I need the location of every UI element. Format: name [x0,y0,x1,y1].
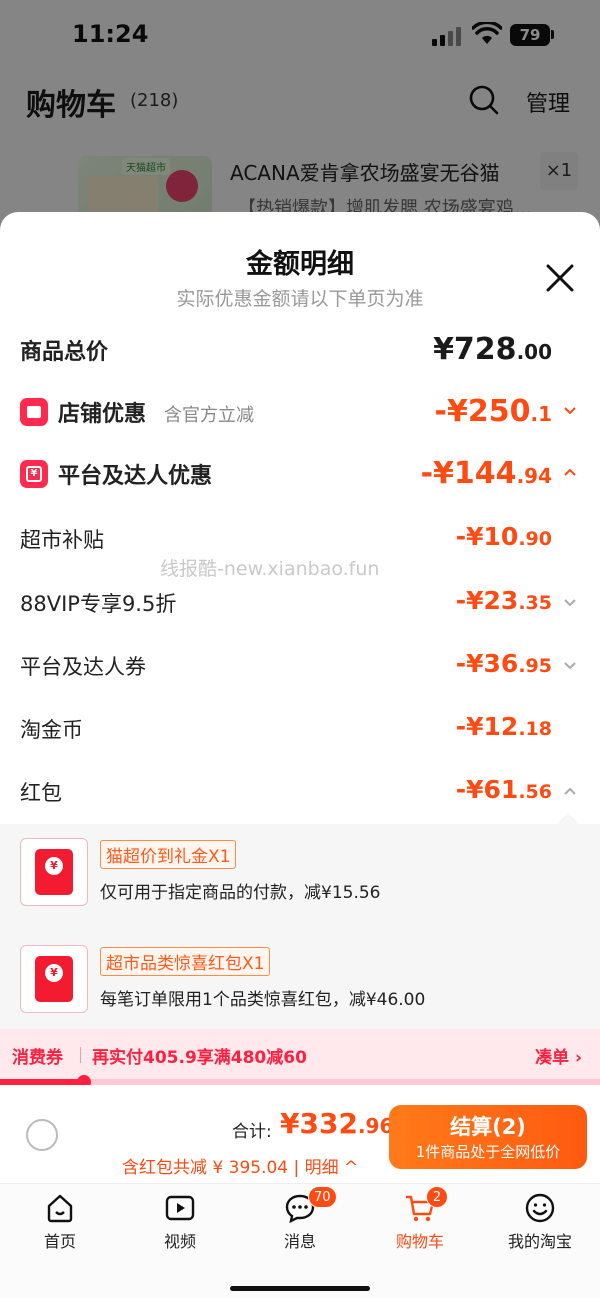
checkout-bar: 合计: ¥332.96 含红包共减 ¥ 395.04 | 明细 ^ 结算(2) … [0,1085,600,1183]
select-all-radio[interactable] [26,1119,58,1151]
checkout-button[interactable]: 结算(2) 1件商品处于全网低价 [389,1105,587,1169]
row-store-discount[interactable]: 店铺优惠 含官方立减 -¥250.1 [0,388,600,438]
coupon-desc: 仅可用于指定商品的付款，减¥15.56 [100,883,381,903]
store-discount-value: -¥250.1 [434,394,552,429]
sheet-subtitle: 实际优惠金额请以下单页为准 [176,288,424,310]
total-label: 合计: [232,1122,272,1142]
coupon-tag: 超市品类惊喜红包X1 [100,947,271,976]
message-badge: 70 [308,1186,337,1208]
tab-cart[interactable]: 购物车 2 [360,1184,480,1264]
item-value: -¥10.90 [455,522,552,551]
add-items-link[interactable]: 凑单 › [535,1043,582,1068]
store-icon [20,398,48,426]
store-discount-note: 含官方立减 [164,405,254,426]
modal-backdrop[interactable] [0,0,600,240]
promo-divider [80,1047,81,1063]
item-value: -¥23.35 [455,586,552,615]
chevron-down-icon[interactable] [562,594,578,610]
close-icon[interactable] [542,260,578,296]
cart-badge: 2 [426,1186,448,1208]
item-label: 平台及达人券 [20,655,146,679]
store-discount-label: 店铺优惠 [58,402,147,427]
tab-label: 首页 [43,1232,76,1251]
video-icon [165,1195,195,1221]
tab-my-taobao[interactable]: 我的淘宝 [480,1184,600,1264]
platform-discount-label: 平台及达人优惠 [58,464,213,489]
red-envelope-icon: ¥ [20,838,88,906]
tab-home[interactable]: 首页 [0,1184,120,1264]
item-value: -¥36.95 [455,649,552,678]
tab-label: 视频 [163,1232,196,1251]
item-value: -¥61.56 [455,775,552,804]
item-label: 红包 [20,781,62,805]
item-label: 超市补贴 [20,528,104,552]
row-88vip[interactable]: 88VIP专享9.5折 -¥23.35 [0,580,600,630]
chevron-down-icon[interactable] [562,402,578,418]
home-icon [47,1194,73,1223]
bottom-tab-bar: 首页 视频 消息 70 购物车 2 我的淘宝 [0,1183,600,1298]
red-envelope-item: ¥ 超市品类惊喜红包X1 每笔订单限用1个品类惊喜红包，减¥46.00 [0,945,600,1020]
promo-label: 消费券 [12,1048,63,1068]
platform-discount-value: -¥144.94 [420,456,552,491]
row-platform-coupon[interactable]: 平台及达人券 -¥36.95 [0,643,600,693]
total-price-label: 商品总价 [20,340,109,365]
consumption-coupon-bar[interactable]: 消费券 再实付405.9享满480减60 凑单 › [0,1029,600,1079]
item-label: 淘金币 [20,718,83,742]
red-envelope-item: ¥ 猫超价到礼金X1 仅可用于指定商品的付款，减¥15.56 [0,838,600,913]
amount-detail-sheet: 金额明细 实际优惠金额请以下单页为准 商品总价 ¥728.00 店铺优惠 含官方… [0,212,600,1298]
tab-label: 购物车 [395,1232,444,1251]
checkout-button-sub: 1件商品处于全网低价 [415,1143,561,1161]
chevron-up-icon[interactable] [562,783,578,799]
total-amount: ¥332.96 [280,1107,394,1140]
row-taojinbi: 淘金币 -¥12.18 [0,706,600,756]
coupon-tag: 猫超价到礼金X1 [100,840,237,869]
red-envelope-list: ¥ 猫超价到礼金X1 仅可用于指定商品的付款，减¥15.56 ¥ 超市品类惊喜红… [0,824,600,1029]
promo-text: 再实付405.9享满480减60 [92,1048,307,1068]
coupon-ticket-icon: ¥ [20,460,48,488]
sheet-title: 金额明细 [246,249,354,280]
home-indicator [230,1286,370,1291]
tab-label: 我的淘宝 [507,1232,572,1251]
tab-video[interactable]: 视频 [120,1184,240,1264]
red-envelope-icon: ¥ [20,945,88,1013]
chevron-down-icon[interactable] [562,657,578,673]
row-platform-discount[interactable]: ¥ 平台及达人优惠 -¥144.94 [0,450,600,500]
row-total-price: 商品总价 ¥728.00 [0,326,600,376]
checkout-button-label: 结算(2) [450,1115,526,1139]
total-price-value: ¥728.00 [433,332,552,367]
chevron-up-icon[interactable] [562,464,578,480]
row-red-envelope[interactable]: 红包 -¥61.56 [0,769,600,819]
coupon-desc: 每笔订单限用1个品类惊喜红包，减¥46.00 [100,990,426,1010]
savings-detail-link[interactable]: 含红包共减 ¥ 395.04 | 明细 ^ [122,1153,358,1178]
tab-messages[interactable]: 消息 70 [240,1184,360,1264]
tab-label: 消息 [283,1232,316,1251]
watermark: 线报酷-new.xianbao.fun [160,558,380,580]
profile-icon [525,1193,555,1223]
item-value: -¥12.18 [455,712,552,741]
item-label: 88VIP专享9.5折 [20,592,177,616]
